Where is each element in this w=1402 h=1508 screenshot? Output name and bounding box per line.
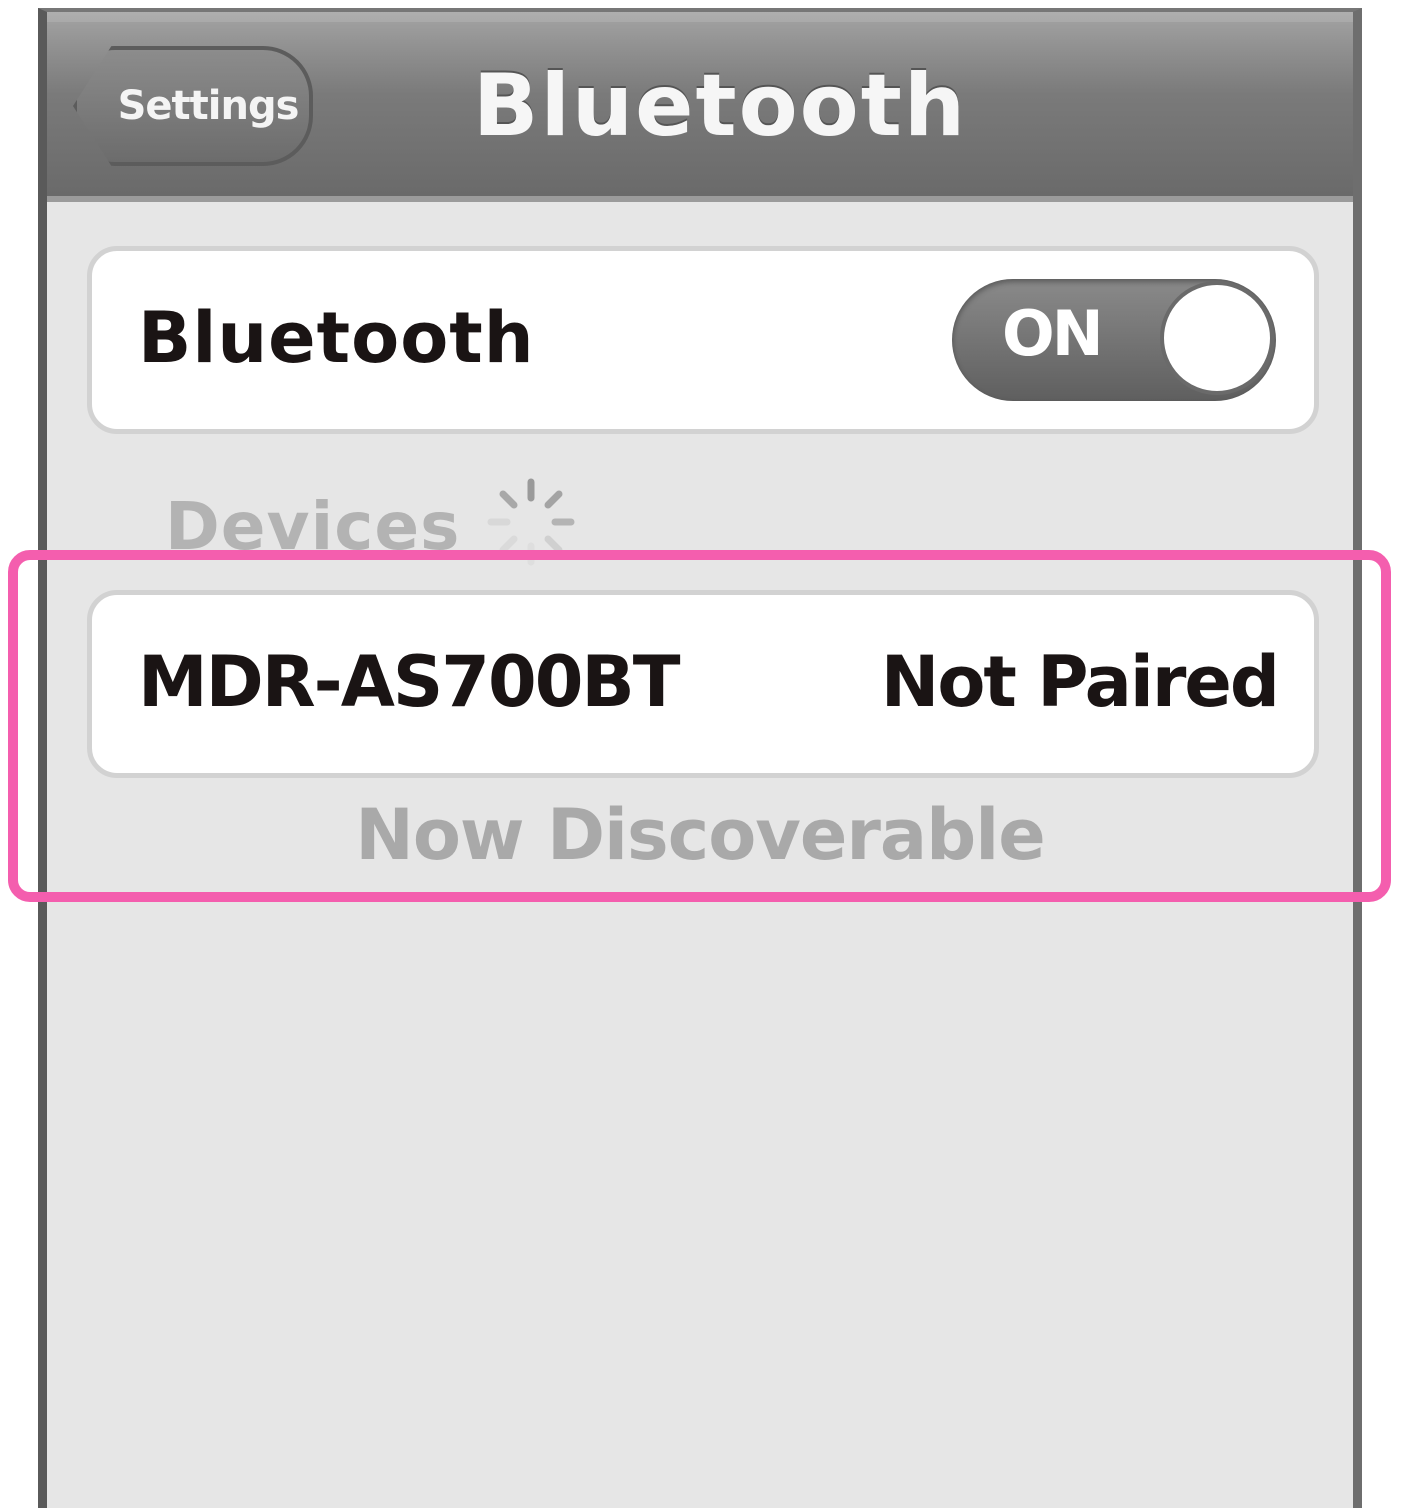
discoverable-status-text: Now Discoverable bbox=[355, 794, 1046, 876]
navigation-bar: Settings Bluetooth bbox=[47, 12, 1353, 202]
bluetooth-row-label: Bluetooth bbox=[138, 297, 535, 379]
loading-spinner-icon bbox=[487, 478, 575, 566]
bluetooth-toggle[interactable]: ON bbox=[952, 279, 1276, 401]
devices-section-header: Devices bbox=[165, 488, 461, 565]
toggle-knob bbox=[1160, 281, 1274, 395]
phone-screen: Settings Bluetooth Bluetooth ON Devices … bbox=[38, 8, 1362, 1508]
device-list-item[interactable]: MDR-AS700BT Not Paired bbox=[87, 590, 1319, 778]
toggle-state-label: ON bbox=[1002, 297, 1104, 370]
device-pairing-status: Not Paired bbox=[880, 641, 1280, 723]
page-title: Bluetooth bbox=[472, 56, 968, 156]
bluetooth-setting-row: Bluetooth ON bbox=[87, 246, 1319, 434]
device-name: MDR-AS700BT bbox=[138, 641, 681, 723]
